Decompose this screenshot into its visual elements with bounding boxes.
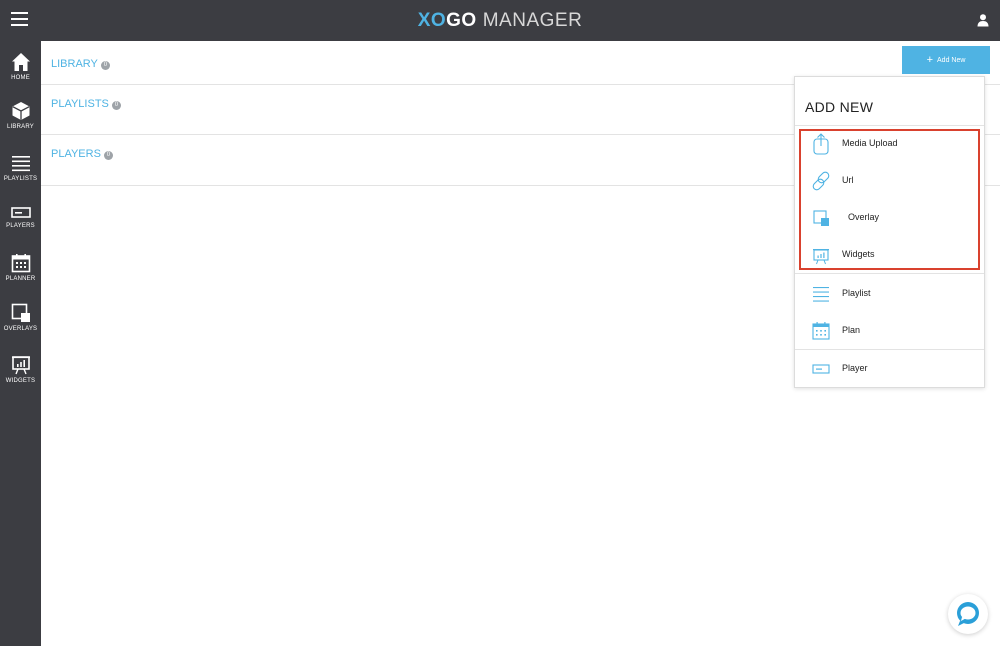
menu-item-label: Widgets bbox=[842, 249, 875, 259]
calendar-icon bbox=[812, 322, 830, 340]
menu-item-label: Player bbox=[842, 363, 868, 373]
menu-item-label: Overlay bbox=[848, 212, 880, 222]
cube-icon bbox=[11, 102, 30, 120]
menu-item-url[interactable]: Url bbox=[795, 166, 984, 196]
sidebar-item-planner[interactable]: PLANNER bbox=[0, 253, 41, 282]
sidebar-item-label: LIBRARY bbox=[7, 124, 34, 130]
sidebar-item-home[interactable]: HOME bbox=[0, 52, 41, 81]
dropdown-title: ADD NEW bbox=[805, 99, 874, 115]
upload-icon bbox=[813, 133, 829, 155]
menu-item-overlay[interactable]: Overlay bbox=[795, 203, 984, 233]
menu-item-widgets[interactable]: Widgets bbox=[795, 240, 984, 270]
sidebar-item-overlays[interactable]: OVERLAYS bbox=[0, 303, 41, 332]
calendar-icon bbox=[11, 254, 30, 273]
chat-bubble-icon bbox=[957, 602, 979, 626]
list-icon bbox=[11, 156, 30, 172]
sidebar-item-label: PLANNER bbox=[5, 276, 36, 282]
divider bbox=[795, 125, 984, 126]
add-new-dropdown: ADD NEW Media Upload Url Overlay Widgets bbox=[794, 76, 985, 388]
section-title-players[interactable]: PLAYERS 0 bbox=[51, 148, 113, 160]
sidebar-item-library[interactable]: LIBRARY bbox=[0, 101, 41, 130]
section-title-playlists[interactable]: PLAYLISTS 0 bbox=[51, 98, 121, 110]
home-icon bbox=[11, 53, 30, 71]
overlay-icon bbox=[813, 210, 829, 226]
count-badge: 0 bbox=[100, 61, 110, 70]
count-badge: 0 bbox=[103, 151, 113, 160]
sidebar: HOME LIBRARY PLAYLISTS PLAYERS PLANNER O… bbox=[0, 41, 41, 646]
menu-item-label: Plan bbox=[842, 325, 861, 335]
menu-item-label: Url bbox=[842, 175, 854, 185]
menu-item-label: Media Upload bbox=[842, 138, 898, 148]
divider bbox=[795, 349, 984, 350]
widget-icon bbox=[11, 356, 30, 375]
sidebar-item-playlists[interactable]: PLAYLISTS bbox=[0, 153, 41, 182]
top-bar: XOGO MANAGER bbox=[0, 0, 1000, 41]
link-icon bbox=[812, 171, 830, 191]
sidebar-item-label: PLAYLISTS bbox=[3, 176, 38, 182]
divider bbox=[795, 273, 984, 274]
widget-icon bbox=[813, 249, 829, 265]
menu-item-plan[interactable]: Plan bbox=[795, 316, 984, 346]
section-title-library[interactable]: LIBRARY 0 bbox=[51, 58, 110, 70]
menu-item-playlist[interactable]: Playlist bbox=[795, 279, 984, 309]
plus-icon: + bbox=[926, 54, 934, 66]
menu-item-label: Playlist bbox=[842, 288, 871, 298]
sidebar-item-widgets[interactable]: WIDGETS bbox=[0, 355, 41, 384]
overlay-icon bbox=[11, 303, 30, 322]
sidebar-item-players[interactable]: PLAYERS bbox=[0, 204, 41, 229]
player-icon bbox=[10, 207, 31, 218]
menu-item-media-upload[interactable]: Media Upload bbox=[795, 129, 984, 159]
sidebar-item-label: HOME bbox=[11, 75, 30, 81]
player-icon bbox=[812, 364, 830, 374]
sidebar-item-label: WIDGETS bbox=[5, 378, 36, 384]
count-badge: 0 bbox=[111, 101, 121, 110]
menu-item-player[interactable]: Player bbox=[795, 354, 984, 384]
sidebar-item-label: PLAYERS bbox=[6, 223, 35, 229]
hamburger-icon[interactable] bbox=[11, 12, 28, 26]
list-icon bbox=[813, 287, 829, 302]
sidebar-item-label: OVERLAYS bbox=[3, 326, 38, 332]
add-new-button[interactable]: + Add New bbox=[902, 46, 990, 74]
user-icon[interactable] bbox=[976, 13, 990, 27]
chat-button[interactable] bbox=[948, 594, 988, 634]
brand-logo: XOGO MANAGER bbox=[417, 10, 583, 31]
